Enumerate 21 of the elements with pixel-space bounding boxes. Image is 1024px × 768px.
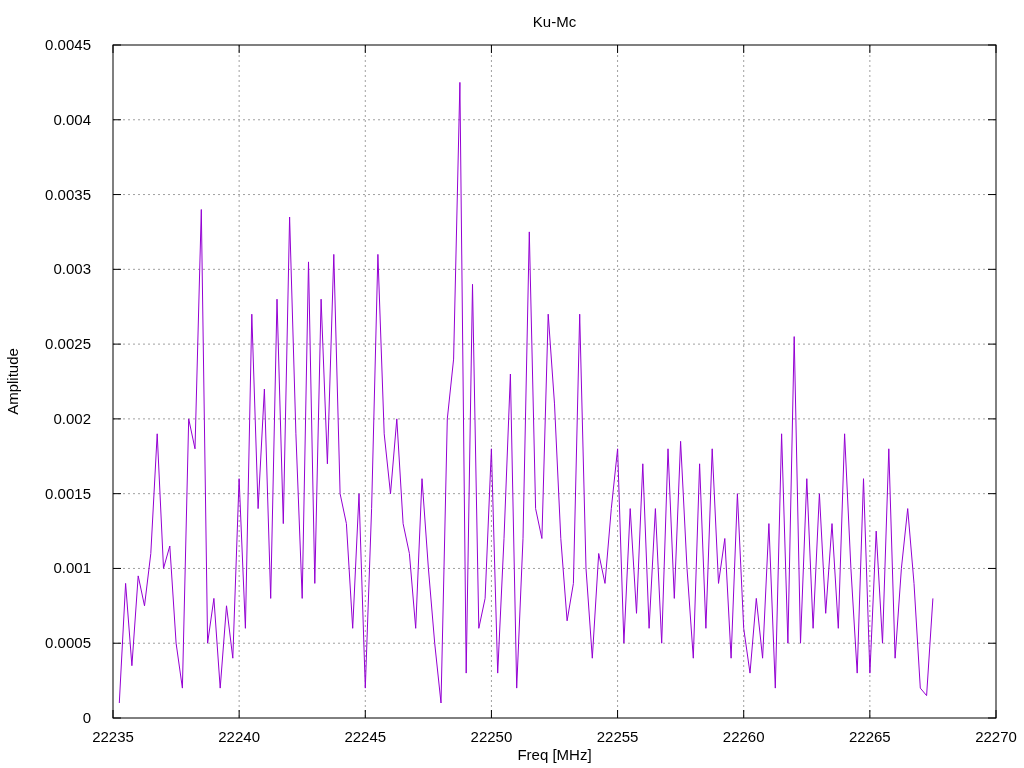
chart-title: Ku-Mc: [532, 13, 577, 30]
x-tick-label: 22265: [849, 728, 891, 745]
y-tick-label: 0.0045: [45, 36, 91, 53]
y-tick-label: 0: [82, 709, 91, 726]
y-tick-label: 0.0025: [45, 335, 91, 353]
y-tick-label: 0.0005: [45, 634, 91, 652]
y-tick-label: 0.004: [53, 110, 91, 128]
x-tick-label: 22235: [92, 728, 134, 745]
y-tick-label: 0.001: [53, 559, 91, 577]
y-axis-label: Amplitude: [4, 348, 21, 415]
y-tick-label: 0.003: [53, 260, 91, 278]
y-tick-label: 0.002: [53, 409, 91, 427]
x-tick-label: 22240: [218, 728, 260, 745]
y-tick-label: 0.0035: [45, 185, 91, 203]
x-tick-label: 22245: [344, 728, 387, 745]
x-tick-label: 22260: [722, 728, 765, 745]
x-tick-label: 22255: [596, 728, 639, 745]
x-axis-label: Freq [MHz]: [517, 746, 592, 763]
x-tick-label: 22270: [975, 728, 1017, 745]
y-tick-label: 0.0015: [45, 484, 91, 502]
x-tick-label: 22250: [470, 728, 513, 745]
